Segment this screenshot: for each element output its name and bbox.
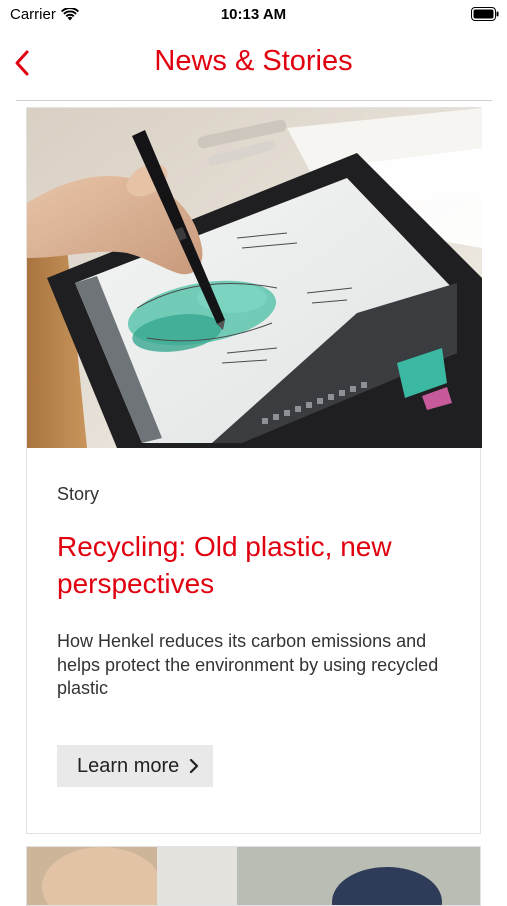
status-bar: Carrier 10:13 AM [0,0,507,30]
status-time: 10:13 AM [220,6,287,23]
tablet-drawing-illustration [27,108,482,448]
header-divider [16,100,492,101]
article-card[interactable]: Story Recycling: Old plastic, new perspe… [26,107,482,834]
next-article-image [27,847,480,905]
chevron-right-icon [189,758,199,774]
battery-icon [471,7,499,21]
learn-more-label: Learn more [77,754,180,777]
article-image [27,108,482,448]
next-article-card[interactable] [26,846,481,906]
article-title[interactable]: Recycling: Old plastic, new perspectives [57,528,447,602]
article-summary: How Henkel reduces its carbon emissions … [57,631,439,698]
learn-more-button[interactable]: Learn more [57,745,213,787]
article-category: Story [57,484,100,504]
page-title: News & Stories [154,45,353,77]
navigation-bar: News & Stories [0,30,507,100]
